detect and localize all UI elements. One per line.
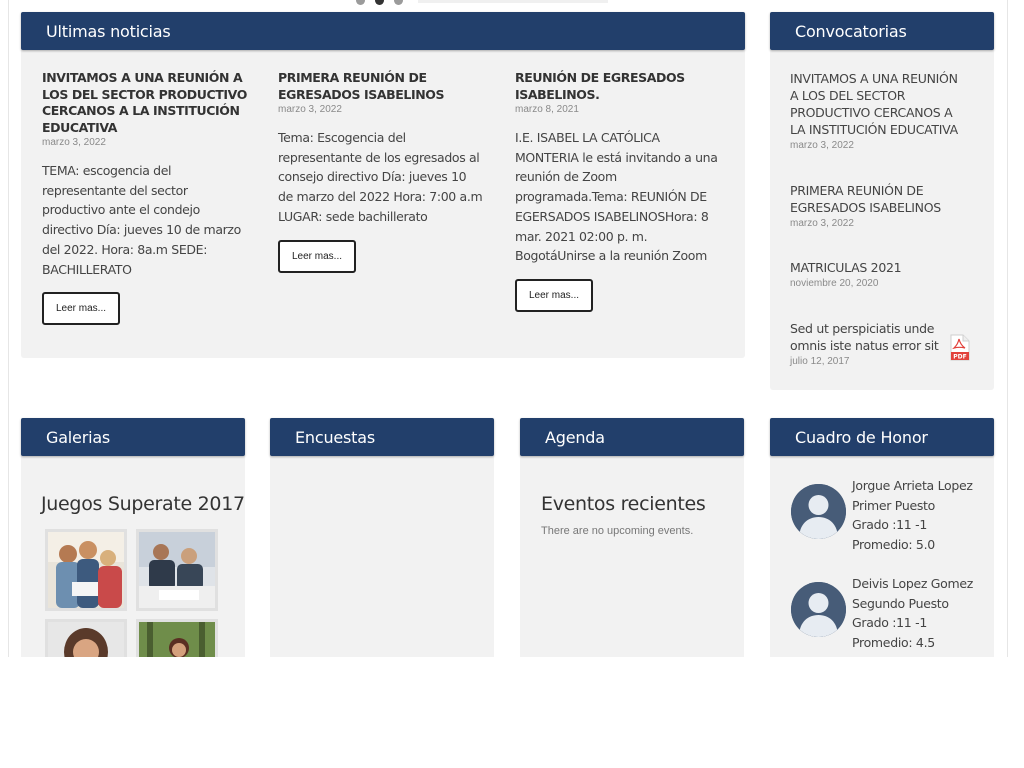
student-avatar [791, 484, 846, 539]
student-average: Promedio: 4.5 [852, 635, 935, 651]
news-item-date: marzo 3, 2022 [278, 104, 342, 115]
slider-indicators [356, 0, 403, 5]
student-grade: Grado :11 -1 [852, 517, 927, 533]
convocatorias-panel-header: Convocatorias [770, 12, 994, 50]
encuestas-panel-header: Encuestas [270, 418, 494, 456]
news-item: INVITAMOS A UNA REUNIÓN A LOS DEL SECTOR… [42, 70, 247, 326]
news-item: PRIMERA REUNIÓN DE EGRESADOS ISABELINOS … [278, 70, 483, 273]
convocatoria-title[interactable]: Sed ut perspiciatis unde omnis iste natu… [790, 320, 940, 354]
page-frame-right [1007, 0, 1008, 657]
page-bottom-blank [0, 657, 1024, 768]
pdf-icon[interactable]: PDF [949, 334, 970, 361]
student-place: Primer Puesto [852, 497, 936, 513]
news-panel: Ultimas noticias INVITAMOS A UNA REUNIÓN… [21, 12, 745, 358]
news-item-title[interactable]: INVITAMOS A UNA REUNIÓN A LOS DEL SECTOR… [42, 70, 247, 136]
gallery-thumbnail[interactable] [136, 529, 218, 611]
convocatoria-date: marzo 3, 2022 [790, 218, 854, 229]
honor-panel: Cuadro de Honor Jorgue Arrieta Lopez Pri… [770, 418, 994, 678]
agenda-panel-header: Agenda [520, 418, 744, 456]
slider-dot[interactable] [356, 0, 365, 5]
honor-heading: Cuadro de Honor [795, 428, 928, 447]
news-item-body: TEMA: escogencia del representante del s… [42, 163, 241, 277]
convocatoria-item: INVITAMOS A UNA REUNIÓN A LOS DEL SECTOR… [790, 70, 965, 151]
convocatorias-panel: Convocatorias INVITAMOS A UNA REUNIÓN A … [770, 12, 994, 390]
student-name: Deivis Lopez Gomez [852, 576, 974, 591]
read-more-button[interactable]: Leer mas... [515, 278, 594, 312]
page-frame-left [8, 0, 9, 657]
convocatoria-title[interactable]: MATRICULAS 2021 [790, 259, 965, 276]
slider-dot[interactable] [394, 0, 403, 5]
news-item-title[interactable]: PRIMERA REUNIÓN DE EGRESADOS ISABELINOS [278, 70, 483, 103]
convocatoria-item: PRIMERA REUNIÓN DE EGRESADOS ISABELINOS … [790, 182, 965, 229]
slider-edge [418, 0, 608, 3]
convocatoria-item: MATRICULAS 2021 noviembre 20, 2020 [790, 259, 965, 289]
read-more-button[interactable]: Leer mas... [278, 239, 357, 273]
galerias-heading: Galerias [46, 428, 111, 447]
convocatoria-item: Sed ut perspiciatis unde omnis iste natu… [790, 320, 940, 367]
news-item-date: marzo 8, 2021 [515, 104, 579, 115]
student-grade: Grado :11 -1 [852, 615, 927, 631]
agenda-empty-message: There are no upcoming events. [541, 525, 694, 537]
convocatorias-heading: Convocatorias [795, 22, 907, 41]
news-panel-header: Ultimas noticias [21, 12, 745, 50]
svg-text:PDF: PDF [953, 354, 966, 361]
agenda-panel: Agenda Eventos recientes There are no up… [520, 418, 744, 678]
slider-dot-active[interactable] [375, 0, 384, 5]
news-heading: Ultimas noticias [46, 22, 171, 41]
gallery-album-title[interactable]: Juegos Superate 2017 [41, 493, 245, 515]
honor-panel-header: Cuadro de Honor [770, 418, 994, 456]
convocatoria-title[interactable]: INVITAMOS A UNA REUNIÓN A LOS DEL SECTOR… [790, 70, 965, 138]
student-name: Jorgue Arrieta Lopez [852, 478, 973, 493]
news-item-body: I.E. ISABEL LA CATÓLICA MONTERIA le está… [515, 130, 718, 264]
student-avatar [791, 582, 846, 637]
student-place: Segundo Puesto [852, 595, 949, 611]
encuestas-heading: Encuestas [295, 428, 375, 447]
galerias-panel-header: Galerias [21, 418, 245, 456]
news-item-body: Tema: Escogencia del representante de lo… [278, 130, 483, 224]
gallery-thumbnail[interactable] [45, 529, 127, 611]
agenda-heading: Agenda [545, 428, 605, 447]
encuestas-panel: Encuestas [270, 418, 494, 678]
news-item-date: marzo 3, 2022 [42, 137, 106, 148]
convocatoria-date: julio 12, 2017 [790, 356, 850, 367]
honor-student: Deivis Lopez Gomez Segundo Puesto Grado … [852, 574, 973, 653]
galerias-panel: Galerias Juegos Superate 2017 [21, 418, 245, 701]
convocatoria-title[interactable]: PRIMERA REUNIÓN DE EGRESADOS ISABELINOS [790, 182, 965, 216]
news-item-title[interactable]: REUNIÓN DE EGRESADOS ISABELINOS. [515, 70, 720, 103]
convocatoria-date: marzo 3, 2022 [790, 140, 854, 151]
honor-student: Jorgue Arrieta Lopez Primer Puesto Grado… [852, 476, 973, 555]
student-average: Promedio: 5.0 [852, 537, 935, 553]
news-item: REUNIÓN DE EGRESADOS ISABELINOS. marzo 8… [515, 70, 720, 312]
convocatoria-date: noviembre 20, 2020 [790, 278, 879, 289]
read-more-button[interactable]: Leer mas... [42, 292, 121, 326]
agenda-title: Eventos recientes [541, 493, 706, 515]
